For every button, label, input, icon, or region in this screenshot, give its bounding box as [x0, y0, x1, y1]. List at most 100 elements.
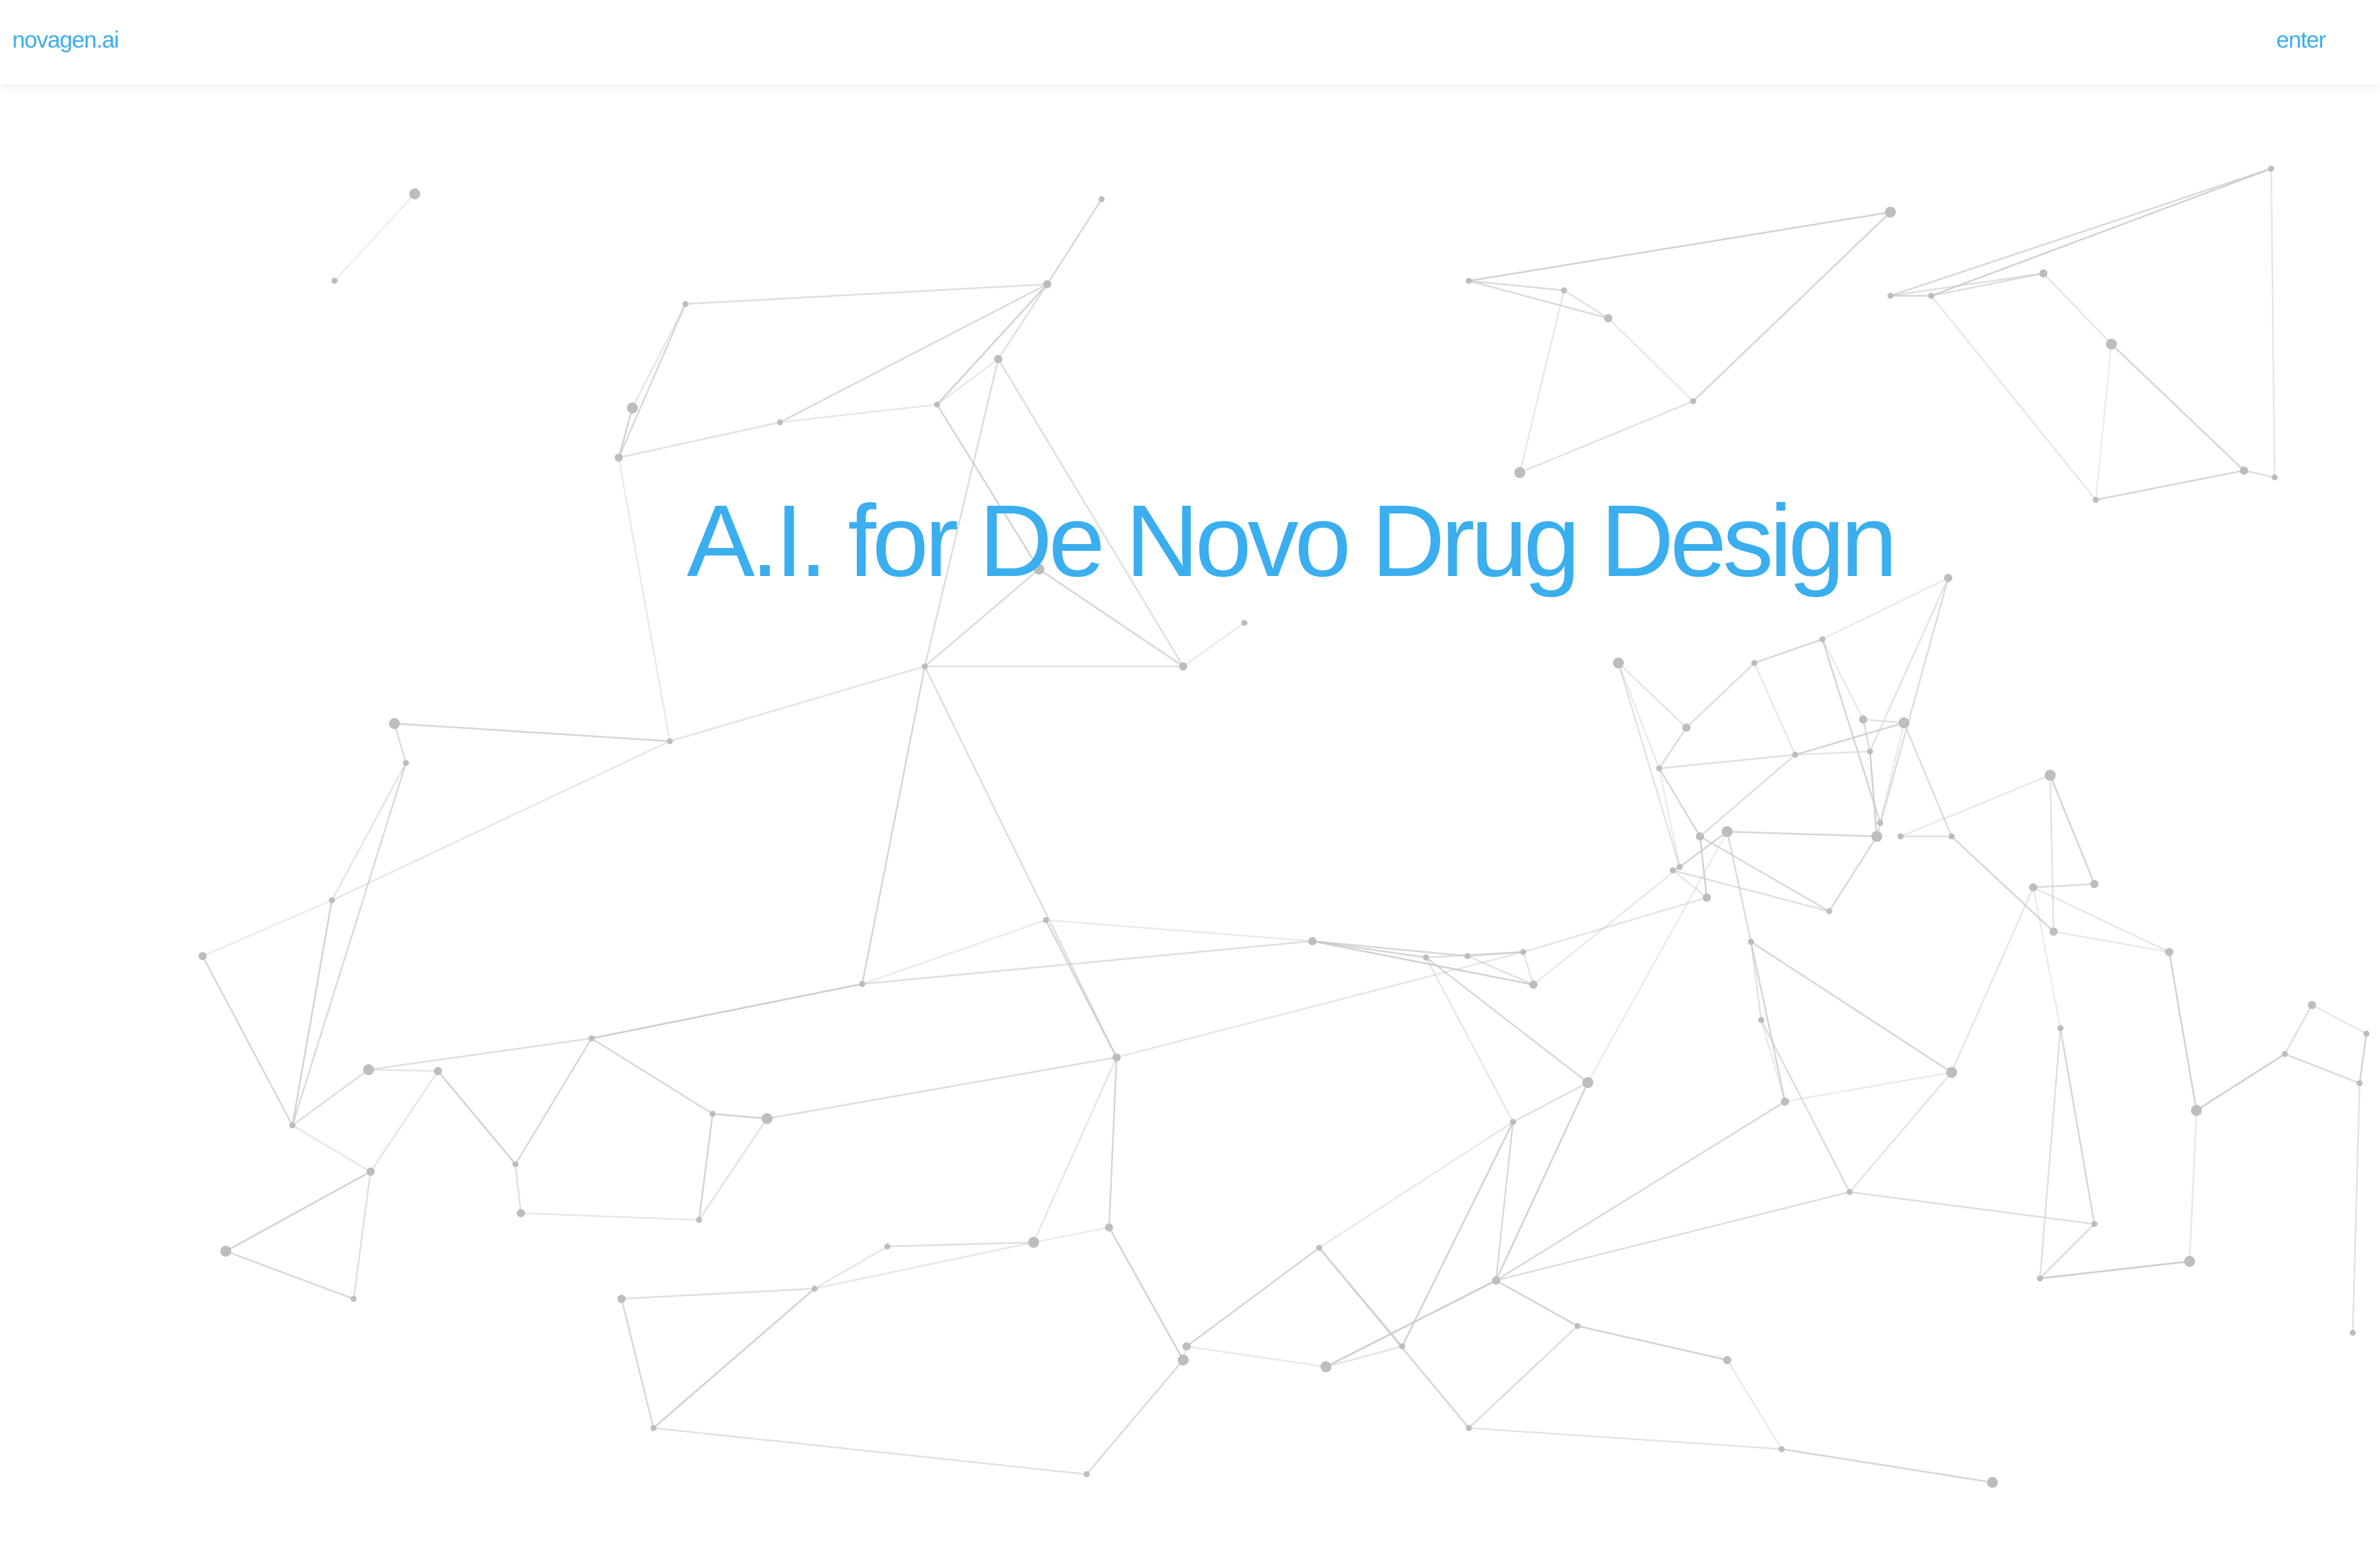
network-edge [1890, 272, 2044, 297]
network-node [2184, 1256, 2195, 1267]
network-edge [779, 403, 938, 424]
network-edge [861, 666, 926, 985]
network-node [363, 1064, 374, 1075]
network-edge [653, 1288, 815, 1429]
network-edge [1468, 1325, 1578, 1429]
network-node [682, 301, 689, 307]
network-edge [291, 900, 333, 1126]
network-node [811, 1285, 818, 1292]
top-nav-bar: novagen.ai enter [0, 0, 2380, 84]
network-node [1887, 292, 1894, 299]
network-edge [1533, 866, 1680, 985]
network-node [1604, 314, 1612, 322]
network-node [1946, 1067, 1957, 1078]
network-edge [814, 1245, 888, 1290]
network-edge [1495, 1121, 1514, 1281]
network-node [1083, 1471, 1090, 1478]
network-node [403, 760, 409, 766]
network-edge [1495, 1191, 1850, 1282]
network-node [2271, 474, 2278, 481]
network-edge [292, 1068, 369, 1127]
network-edge [1821, 639, 1882, 823]
network-edge [1467, 955, 1534, 986]
network-node [1574, 1323, 1581, 1329]
network-edge [1754, 638, 1823, 664]
network-edge [1425, 957, 1514, 1123]
network-node [2090, 880, 2098, 888]
network-edge [2033, 883, 2095, 889]
network-edge [1086, 1359, 1184, 1475]
network-edge [685, 283, 1048, 305]
network-node [2165, 948, 2173, 956]
network-edge [591, 983, 863, 1040]
network-edge [631, 303, 687, 409]
network-node [1656, 765, 1663, 772]
network-node [666, 738, 673, 745]
network-edge [814, 1241, 1034, 1290]
network-node [289, 1122, 296, 1129]
network-edge [1753, 662, 1797, 755]
network-edge [621, 1287, 815, 1300]
brand-logo-link[interactable]: novagen.ai [12, 27, 119, 54]
network-edge [2196, 1053, 2285, 1112]
network-node [1042, 917, 1049, 923]
network-node [762, 1113, 772, 1124]
network-edge [1425, 957, 1588, 1083]
network-node [199, 952, 207, 960]
network-edge [2043, 273, 2112, 345]
network-edge [1608, 318, 1694, 402]
network-node [1722, 826, 1733, 837]
network-edge [779, 283, 1048, 424]
network-node [1846, 1189, 1853, 1195]
network-node [777, 419, 783, 426]
network-node [1316, 1244, 1323, 1251]
network-node [1987, 1477, 1998, 1488]
network-edge [352, 1171, 372, 1299]
network-edge [1950, 887, 2035, 1073]
network-edge [2188, 1110, 2198, 1262]
network-node [1867, 748, 1873, 755]
network-node [617, 1295, 626, 1303]
network-edge [862, 940, 1313, 985]
network-edge [1468, 279, 1609, 320]
network-node [2029, 883, 2037, 891]
network-edge [1869, 577, 1950, 752]
network-edge [225, 1250, 354, 1300]
network-edge [712, 1112, 768, 1120]
network-node [1613, 658, 1624, 668]
network-edge [1586, 831, 1729, 1083]
network-edge [368, 1037, 592, 1071]
network-edge [923, 666, 1118, 1058]
network-node [1819, 636, 1826, 643]
network-edge [620, 1298, 655, 1429]
network-edge [2049, 775, 2096, 885]
network-node [2106, 339, 2117, 350]
network-node [2363, 1030, 2370, 1037]
network-node [389, 718, 400, 729]
network-edge [2032, 887, 2062, 1029]
network-edge [2351, 1083, 2361, 1333]
network-node [2037, 1275, 2043, 1282]
network-edge [617, 303, 687, 458]
network-edge [1726, 831, 1752, 942]
network-edge [1319, 1247, 1469, 1429]
network-node [220, 1246, 231, 1257]
network-node [1492, 1276, 1500, 1285]
network-edge [1890, 167, 2272, 297]
network-node [1676, 864, 1683, 870]
network-node [1871, 831, 1882, 842]
network-edge [1750, 940, 1952, 1074]
network-edge [334, 193, 415, 282]
network-node [1792, 751, 1799, 758]
network-node [517, 1209, 525, 1217]
network-edge [1325, 1279, 1497, 1368]
network-edge [1468, 211, 1891, 282]
network-edge [1312, 940, 1468, 957]
network-edge [1750, 941, 1786, 1102]
network-node [1778, 1446, 1785, 1452]
network-edge [1672, 869, 1830, 913]
network-node [1826, 908, 1833, 915]
network-edge [1726, 1359, 1783, 1450]
network-node [1897, 833, 1904, 840]
enter-link[interactable]: enter [2277, 27, 2326, 54]
